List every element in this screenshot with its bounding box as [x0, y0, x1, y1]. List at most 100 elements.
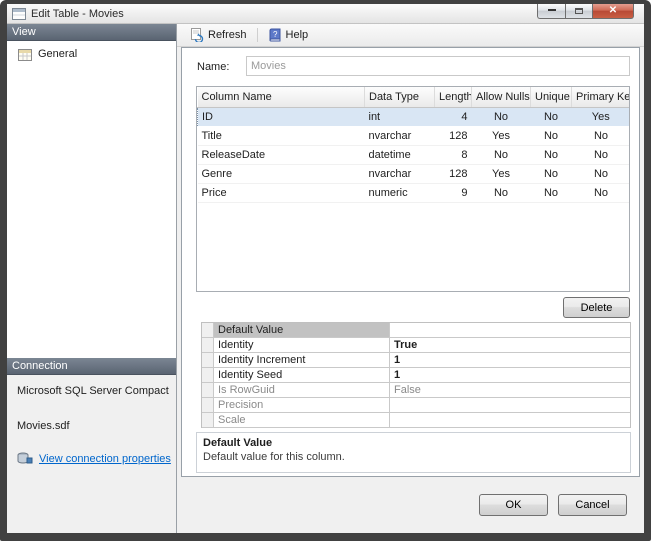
property-name[interactable]: Scale	[214, 413, 390, 427]
property-row[interactable]: Scale	[202, 413, 630, 428]
table-row[interactable]: Genre nvarchar 128 Yes No No	[198, 164, 631, 183]
table-row[interactable]: ReleaseDate datetime 8 No No No	[198, 145, 631, 164]
cell-allownulls[interactable]: No	[472, 107, 531, 126]
cell-allownulls[interactable]: No	[472, 183, 531, 202]
ok-button[interactable]: OK	[479, 494, 548, 516]
sidebar-item-general[interactable]: General	[7, 45, 176, 63]
property-value[interactable]: 1	[390, 353, 630, 367]
dialog-footer: OK Cancel	[177, 477, 644, 533]
property-value[interactable]: True	[390, 338, 630, 352]
cell-name[interactable]: Genre	[198, 164, 365, 183]
window-title: Edit Table - Movies	[31, 8, 124, 20]
maximize-button[interactable]	[565, 4, 592, 19]
help-button[interactable]: ? Help	[262, 25, 315, 45]
cell-unique[interactable]: No	[531, 183, 572, 202]
connection-info: Microsoft SQL Server Compact Movies.sdf …	[7, 375, 176, 533]
cancel-button[interactable]: Cancel	[558, 494, 627, 516]
cell-length[interactable]: 128	[435, 126, 472, 145]
edit-table-dialog: Edit Table - Movies ✕ View General	[7, 4, 644, 533]
property-value[interactable]	[390, 323, 630, 337]
property-name[interactable]: Is RowGuid	[214, 383, 390, 397]
column-header-name: Column Name	[198, 87, 365, 107]
cell-allownulls[interactable]: No	[472, 145, 531, 164]
cell-allownulls[interactable]: Yes	[472, 164, 531, 183]
cell-length[interactable]: 9	[435, 183, 472, 202]
property-row[interactable]: Identity Increment 1	[202, 353, 630, 368]
cell-unique[interactable]: No	[531, 164, 572, 183]
minimize-button[interactable]	[537, 4, 565, 19]
toolbar-separator	[257, 28, 258, 42]
property-name[interactable]: Precision	[214, 398, 390, 412]
property-value[interactable]: 1	[390, 368, 630, 382]
property-row[interactable]: Default Value	[202, 323, 630, 338]
cell-primarykey[interactable]: No	[572, 183, 631, 202]
table-row[interactable]: Title nvarchar 128 Yes No No	[198, 126, 631, 145]
maximize-icon	[575, 8, 583, 14]
property-gutter	[202, 413, 214, 427]
help-label: Help	[286, 29, 309, 41]
property-gutter	[202, 368, 214, 382]
cell-allownulls[interactable]: Yes	[472, 126, 531, 145]
property-row[interactable]: Identity Seed 1	[202, 368, 630, 383]
minimize-icon	[548, 8, 556, 11]
cell-datatype[interactable]: nvarchar	[365, 164, 435, 183]
property-description: Default Value Default value for this col…	[196, 432, 631, 473]
connection-provider: Microsoft SQL Server Compact	[17, 385, 176, 397]
cell-datatype[interactable]: nvarchar	[365, 126, 435, 145]
cell-unique[interactable]: No	[531, 145, 572, 164]
table-row[interactable]: ID int 4 No No Yes	[198, 107, 631, 126]
property-value[interactable]: False	[390, 383, 630, 397]
cell-length[interactable]: 128	[435, 164, 472, 183]
property-grid: Default Value Identity True Identity Inc…	[201, 322, 631, 428]
app-icon	[12, 8, 26, 20]
titlebar[interactable]: Edit Table - Movies ✕	[7, 4, 644, 24]
property-description-title: Default Value	[203, 437, 624, 449]
property-row[interactable]: Identity True	[202, 338, 630, 353]
window-controls: ✕	[537, 4, 634, 19]
cell-primarykey[interactable]: No	[572, 164, 631, 183]
table-row[interactable]: Price numeric 9 No No No	[198, 183, 631, 202]
refresh-button[interactable]: Refresh	[184, 25, 253, 45]
toolbar: Refresh ? Help	[177, 24, 644, 47]
cell-primarykey[interactable]: No	[572, 145, 631, 164]
close-icon: ✕	[609, 6, 617, 16]
property-value[interactable]	[390, 398, 630, 412]
property-gutter	[202, 323, 214, 337]
connection-properties-icon	[17, 452, 33, 465]
cell-primarykey[interactable]: Yes	[572, 107, 631, 126]
delete-button[interactable]: Delete	[563, 297, 630, 318]
connection-section-header: Connection	[7, 358, 176, 375]
cell-unique[interactable]: No	[531, 126, 572, 145]
cell-name[interactable]: Price	[198, 183, 365, 202]
main-panel: Refresh ? Help Name:	[177, 24, 644, 533]
name-label: Name:	[197, 61, 229, 73]
property-name[interactable]: Identity	[214, 338, 390, 352]
column-header-allownulls: Allow Nulls	[472, 87, 531, 107]
property-gutter	[202, 383, 214, 397]
cell-datatype[interactable]: int	[365, 107, 435, 126]
property-gutter	[202, 398, 214, 412]
cell-name[interactable]: ReleaseDate	[198, 145, 365, 164]
cell-unique[interactable]: No	[531, 107, 572, 126]
property-gutter	[202, 353, 214, 367]
property-value[interactable]	[390, 413, 630, 427]
view-connection-properties-link[interactable]: View connection properties	[39, 453, 171, 465]
cell-length[interactable]: 8	[435, 145, 472, 164]
column-header-length: Length	[435, 87, 472, 107]
property-row[interactable]: Precision	[202, 398, 630, 413]
cell-primarykey[interactable]: No	[572, 126, 631, 145]
table-designer: Name: Column Name Data Type	[181, 47, 640, 477]
cell-datatype[interactable]: datetime	[365, 145, 435, 164]
cell-name[interactable]: ID	[198, 107, 365, 126]
cell-name[interactable]: Title	[198, 126, 365, 145]
close-button[interactable]: ✕	[592, 4, 634, 19]
table-name-input[interactable]	[246, 56, 630, 76]
connection-database-file: Movies.sdf	[17, 420, 176, 432]
view-list: General	[7, 41, 176, 358]
cell-datatype[interactable]: numeric	[365, 183, 435, 202]
property-name[interactable]: Default Value	[214, 323, 390, 337]
property-name[interactable]: Identity Seed	[214, 368, 390, 382]
cell-length[interactable]: 4	[435, 107, 472, 126]
property-row[interactable]: Is RowGuid False	[202, 383, 630, 398]
property-name[interactable]: Identity Increment	[214, 353, 390, 367]
